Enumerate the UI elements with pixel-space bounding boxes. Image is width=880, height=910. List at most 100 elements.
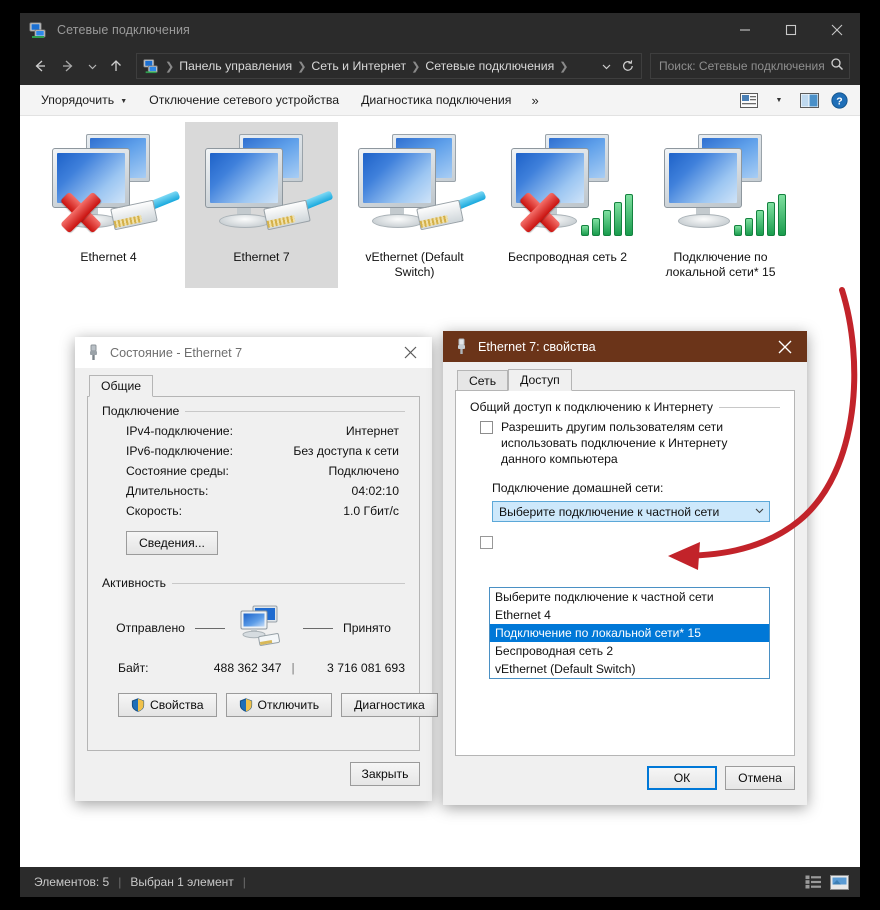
connection-tile-label: Беспроводная сеть 2 xyxy=(507,250,628,264)
second-share-checkbox[interactable] xyxy=(480,536,493,549)
rj45-plug-icon xyxy=(109,190,181,234)
dropdown-option-wireless-2[interactable]: Беспроводная сеть 2 xyxy=(490,642,769,660)
connection-tile-vethernet-default-switch[interactable]: vEthernet (Default Switch) xyxy=(338,122,491,288)
status-row-speed: Скорость: 1.0 Гбит/с xyxy=(102,501,405,521)
home-network-combobox[interactable]: Выберите подключение к частной сети xyxy=(492,501,770,522)
connection-tiles: Ethernet 4 Ethernet 7 vEthernet (Default… xyxy=(20,116,860,288)
diagnose-connection-label: Диагностика подключения xyxy=(361,93,512,107)
connection-tile-ethernet-7[interactable]: Ethernet 7 xyxy=(185,122,338,288)
allow-sharing-checkbox-row[interactable]: Разрешить другим пользователям сети испо… xyxy=(470,413,780,467)
breadcrumb-item-control-panel[interactable]: Панель управления xyxy=(176,59,295,73)
connection-tile-wireless-2[interactable]: Беспроводная сеть 2 xyxy=(491,122,644,288)
large-icons-view-icon[interactable] xyxy=(826,871,852,893)
diagnose-connection-button[interactable]: Диагностика подключения xyxy=(350,88,522,112)
properties-button[interactable]: Свойства xyxy=(118,693,217,717)
dropdown-option-ethernet-4[interactable]: Ethernet 4 xyxy=(490,606,769,624)
bytes-row: Байт: 488 362 347 | 3 716 081 693 xyxy=(102,651,405,675)
ethernet-status-dialog: Состояние - Ethernet 7 Общие Подключение… xyxy=(75,337,438,801)
chevron-down-icon[interactable] xyxy=(754,505,765,519)
back-button[interactable] xyxy=(26,52,54,80)
properties-dialog-close-button[interactable] xyxy=(763,331,807,362)
diagnose-button[interactable]: Диагностика xyxy=(341,693,438,717)
network-adapter-icon xyxy=(499,128,637,246)
tab-network[interactable]: Сеть xyxy=(457,370,509,391)
disable-button[interactable]: Отключить xyxy=(225,693,333,717)
activity-group: Активность Отправлено Принято Байт: 488 … xyxy=(102,576,438,717)
organize-button[interactable]: Упорядочить ▼ xyxy=(30,88,138,112)
allow-sharing-label: Разрешить другим пользователям сети испо… xyxy=(501,420,728,466)
wifi-signal-bars-icon xyxy=(580,192,633,236)
breadcrumb-item-network-connections[interactable]: Сетевые подключения xyxy=(422,59,557,73)
breadcrumb-separator[interactable]: ❯ xyxy=(295,60,308,73)
home-network-dropdown-list[interactable]: Выберите подключение к частной сети Ethe… xyxy=(489,587,770,679)
help-icon[interactable]: ? xyxy=(824,88,854,112)
breadcrumb-separator[interactable]: ❯ xyxy=(409,60,422,73)
properties-dialog-titlebar: Ethernet 7: свойства xyxy=(443,331,807,362)
network-plug-icon xyxy=(454,338,469,355)
status-row-key: IPv6-подключение: xyxy=(126,444,233,458)
window-controls xyxy=(722,13,860,47)
up-button[interactable] xyxy=(102,52,130,80)
status-row-key: Состояние среды: xyxy=(126,464,229,478)
properties-dialog-tabpage: Общий доступ к подключению к Интернету Р… xyxy=(455,390,795,756)
received-label: Принято xyxy=(342,621,391,635)
breadcrumb-item-network-internet[interactable]: Сеть и Интернет xyxy=(308,59,409,73)
tab-sharing[interactable]: Доступ xyxy=(508,369,572,391)
breadcrumb-separator[interactable]: ❯ xyxy=(163,60,176,73)
status-row-key: Длительность: xyxy=(126,484,209,498)
command-bar: Упорядочить ▼ Отключение сетевого устрой… xyxy=(20,85,860,116)
properties-dialog-footer-buttons: ОК Отмена xyxy=(647,766,795,790)
address-dropdown-icon[interactable] xyxy=(595,54,617,78)
path-network-connections-icon xyxy=(143,58,159,74)
forward-button[interactable] xyxy=(54,52,82,80)
preview-pane-icon[interactable] xyxy=(794,88,824,112)
status-row-value: 04:02:10 xyxy=(351,484,399,498)
details-view-icon[interactable] xyxy=(800,871,826,893)
minimize-button[interactable] xyxy=(722,13,768,47)
network-adapter-icon xyxy=(193,128,334,246)
status-row-ipv6: IPv6-подключение: Без доступа к сети xyxy=(102,441,405,461)
search-box[interactable]: Поиск: Сетевые подключения xyxy=(650,53,850,79)
close-button[interactable] xyxy=(814,13,860,47)
network-plug-icon xyxy=(86,344,101,361)
details-button[interactable]: Сведения... xyxy=(126,531,218,555)
tab-general[interactable]: Общие xyxy=(89,375,154,397)
maximize-button[interactable] xyxy=(768,13,814,47)
status-row-value: Подключено xyxy=(328,464,399,478)
status-dialog-close-button[interactable] xyxy=(388,337,432,368)
search-icon[interactable] xyxy=(830,57,844,76)
refresh-icon[interactable] xyxy=(617,54,639,78)
ok-button[interactable]: ОК xyxy=(647,766,717,790)
cancel-button[interactable]: Отмена xyxy=(725,766,795,790)
status-row-key: IPv4-подключение: xyxy=(126,424,233,438)
recent-locations-button[interactable] xyxy=(82,52,102,80)
disable-network-device-label: Отключение сетевого устройства xyxy=(149,93,340,107)
connection-tile-local-area-connection-15[interactable]: Подключение по локальной сети* 15 xyxy=(644,122,797,288)
window-titlebar: Сетевые подключения xyxy=(20,13,860,47)
status-separator: | xyxy=(242,875,246,889)
bytes-sent-value: 488 362 347 xyxy=(213,661,282,675)
dropdown-option-vethernet-default-switch[interactable]: vEthernet (Default Switch) xyxy=(490,660,769,678)
rj45-plug-icon xyxy=(262,190,334,234)
status-row-duration: Длительность: 04:02:10 xyxy=(102,481,405,501)
shield-icon xyxy=(131,698,145,712)
wifi-signal-bars-icon xyxy=(733,192,786,236)
dropdown-option-select-private-network[interactable]: Выберите подключение к частной сети xyxy=(490,588,769,606)
close-dialog-button[interactable]: Закрыть xyxy=(350,762,420,786)
breadcrumb-bar[interactable]: ❯ Панель управления ❯ Сеть и Интернет ❯ … xyxy=(136,53,642,79)
selection-label: Выбран 1 элемент xyxy=(130,875,234,889)
view-dropdown-caret-icon[interactable]: ▼ xyxy=(764,88,794,112)
view-layout-icon[interactable] xyxy=(734,88,764,112)
breadcrumb-separator[interactable]: ❯ xyxy=(557,60,570,73)
status-dialog-titlebar: Состояние - Ethernet 7 xyxy=(75,337,432,368)
status-row-value: 1.0 Гбит/с xyxy=(343,504,399,518)
second-sharing-checkbox-row[interactable] xyxy=(470,522,780,549)
disable-network-device-button[interactable]: Отключение сетевого устройства xyxy=(138,88,350,112)
command-overflow-button[interactable]: » xyxy=(522,88,547,112)
disable-button-label: Отключить xyxy=(257,698,320,712)
search-input[interactable]: Поиск: Сетевые подключения xyxy=(659,59,830,73)
dropdown-option-local-area-connection-15[interactable]: Подключение по локальной сети* 15 xyxy=(490,624,769,642)
allow-sharing-checkbox[interactable] xyxy=(480,421,493,434)
status-row-value: Интернет xyxy=(345,424,399,438)
connection-tile-ethernet-4[interactable]: Ethernet 4 xyxy=(32,122,185,288)
